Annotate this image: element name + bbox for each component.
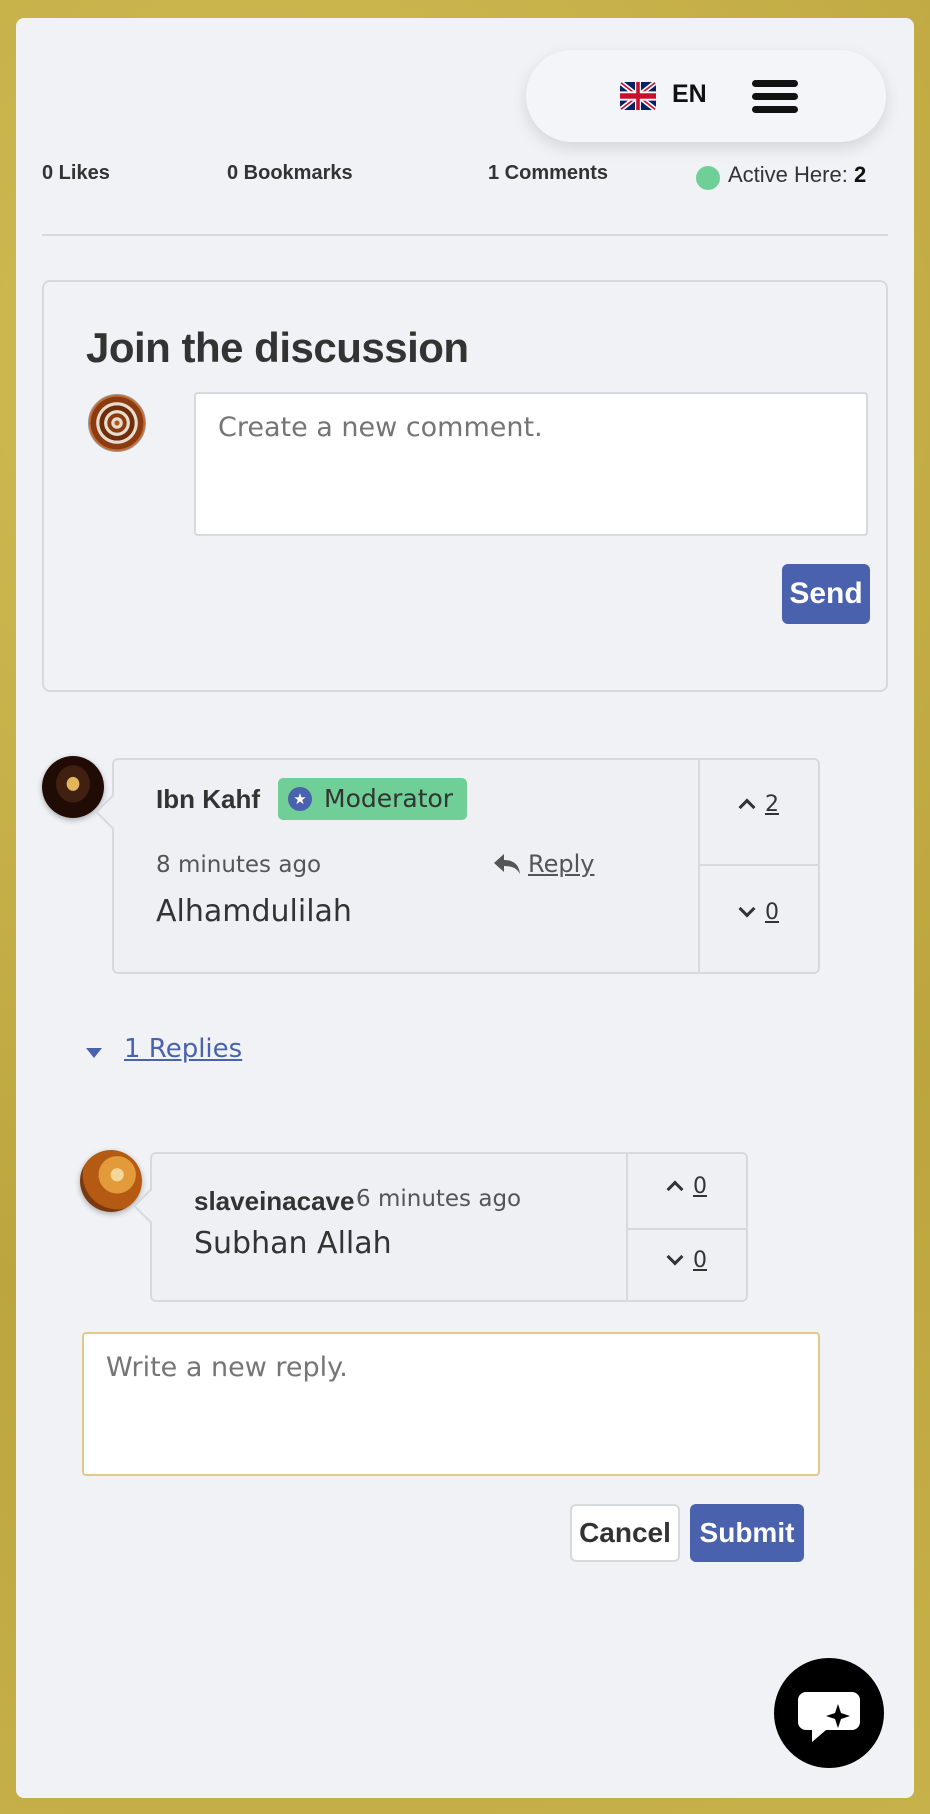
upvote-button[interactable]: 2 [700,792,820,817]
replies-toggle[interactable]: 1 Replies [86,1034,243,1064]
downvote-button[interactable]: 0 [628,1248,748,1273]
reply-time: 6 minutes ago [356,1186,522,1212]
vote-divider [700,864,820,866]
reply-label: Reply [528,850,595,878]
divider [42,234,888,236]
upvote-button[interactable]: 0 [628,1174,748,1199]
comment-text: Alhamdulilah [156,894,352,929]
send-button[interactable]: Send [782,564,870,624]
stats-row: 0 Likes 0 Bookmarks 1 Comments Active He… [42,154,888,194]
active-status-dot [696,166,720,190]
reply-comment: slaveinacave 6 minutes ago Subhan Allah … [133,1152,748,1302]
chevron-up-icon [738,798,756,816]
discussion-title: Join the discussion [86,324,469,371]
caret-down-icon [86,1048,102,1058]
menu-icon[interactable] [752,80,798,116]
badge-label: Moderator [324,784,454,813]
active-label: Active Here: [728,162,848,187]
star-icon: ★ [288,787,312,811]
replies-label: 1 Replies [124,1034,243,1064]
submit-button[interactable]: Submit [690,1504,804,1562]
vote-panel: 0 0 [626,1154,748,1300]
vote-panel: 2 0 [698,760,820,972]
comment-author[interactable]: Ibn Kahf [156,784,260,815]
uk-flag-icon[interactable] [620,82,656,110]
comment: Ibn Kahf ★ Moderator 8 minutes ago Reply… [95,758,820,974]
downvote-count: 0 [765,900,779,925]
avatar[interactable] [80,1150,142,1212]
upvote-count: 2 [765,792,779,817]
reply-icon [494,854,520,874]
likes-count: 0 Likes [42,162,110,184]
reply-input[interactable] [82,1332,820,1476]
chevron-down-icon [738,900,756,918]
chat-icon [798,1692,860,1742]
comment-time: 8 minutes ago [156,852,322,878]
bookmarks-count: 0 Bookmarks [227,162,353,184]
language-label[interactable]: EN [672,80,707,109]
language-menu-bar: EN [526,50,886,142]
moderator-badge: ★ Moderator [278,778,468,820]
current-user-avatar [88,394,146,452]
chat-button[interactable] [774,1658,884,1768]
active-count: 2 [853,162,867,187]
chevron-up-icon [666,1180,684,1198]
reply-button[interactable]: Reply [494,850,595,878]
downvote-button[interactable]: 0 [700,900,820,925]
discussion-card: EN 0 Likes 0 Bookmarks 1 Comments Active… [16,18,914,1798]
cancel-button[interactable]: Cancel [570,1504,680,1562]
comments-count: 1 Comments [488,162,609,184]
reply-author[interactable]: slaveinacave [194,1186,354,1217]
avatar[interactable] [42,756,104,818]
chevron-down-icon [666,1248,684,1266]
reply-text: Subhan Allah [194,1226,392,1261]
new-comment-box: Join the discussion Send [42,280,888,692]
downvote-count: 0 [693,1248,707,1273]
new-comment-input[interactable] [194,392,868,536]
vote-divider [628,1228,748,1230]
upvote-count: 0 [693,1174,707,1199]
active-here: Active Here: 2 [728,162,866,188]
